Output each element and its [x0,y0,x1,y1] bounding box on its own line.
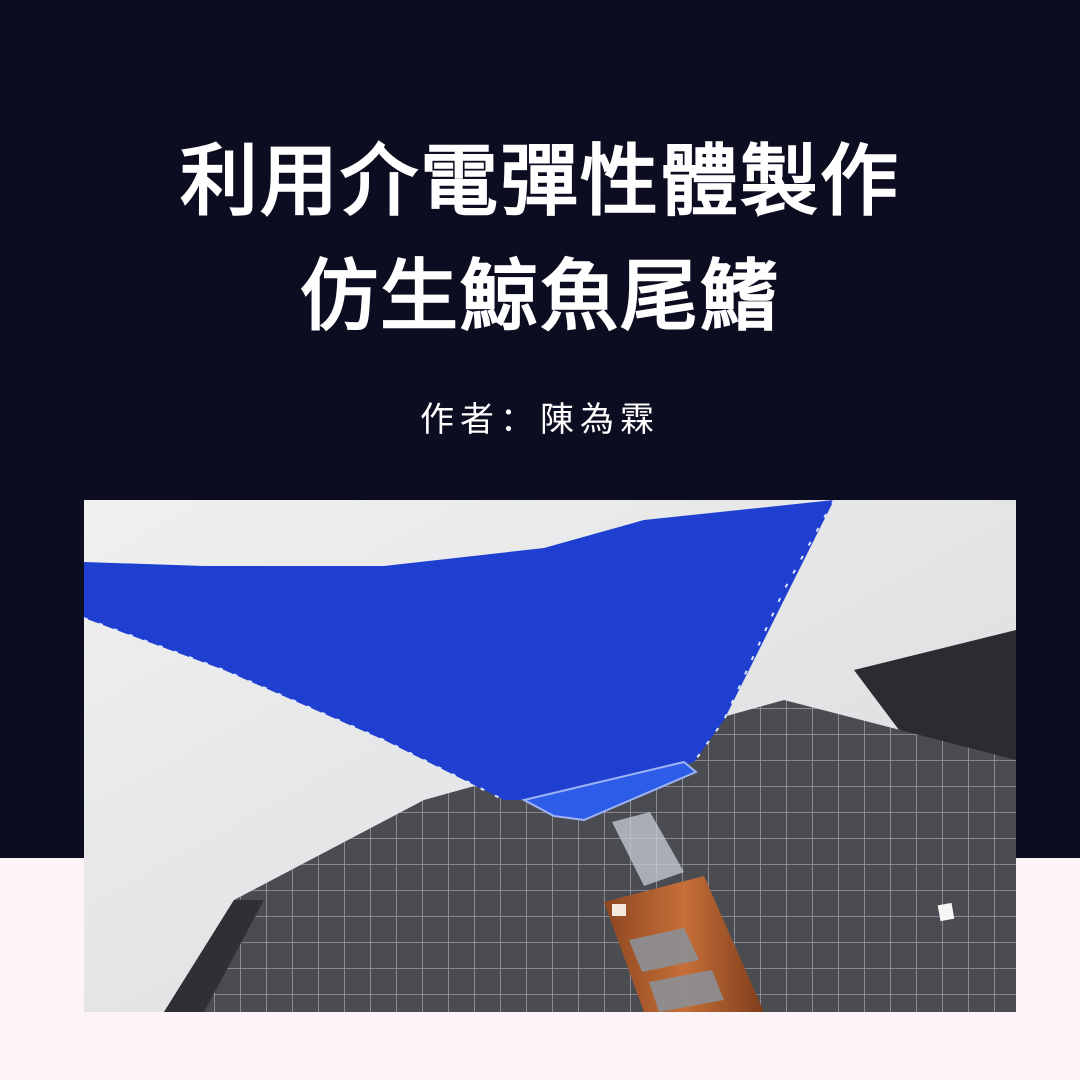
author-line: 作者：陳為霖 [420,400,660,440]
fin-prototype-photo [84,500,1016,1012]
small-white-piece [937,902,955,922]
title-line-1: 利用介電彈性體製作 [179,137,900,227]
white-tab [612,904,626,916]
title-line-2: 仿生鯨魚尾鰭 [299,252,780,342]
